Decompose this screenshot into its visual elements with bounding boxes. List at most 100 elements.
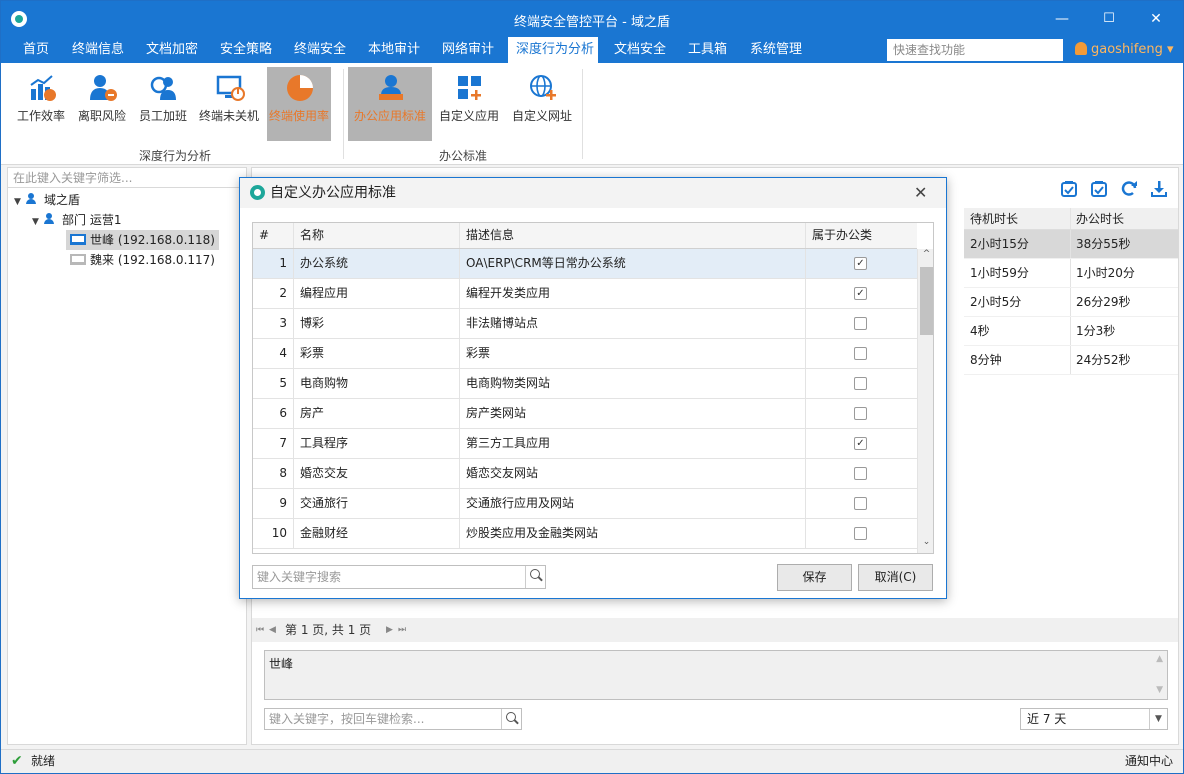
office-app-standard-button[interactable]: 办公应用标准	[348, 67, 432, 141]
table-row[interactable]: 7 工具程序 第三方工具应用 ✓	[253, 429, 917, 459]
search-icon[interactable]	[501, 709, 521, 729]
close-window-button[interactable]: ✕	[1141, 7, 1171, 31]
menu-toolbox[interactable]: 工具箱	[680, 37, 735, 63]
first-page-icon[interactable]: ⏮	[256, 618, 264, 642]
custom-url-button[interactable]: 自定义网址	[510, 67, 574, 141]
table-row[interactable]: 2小时5分 26分29秒	[964, 288, 1178, 317]
chevron-down-icon[interactable]: ▼	[14, 192, 26, 212]
tree-node-terminal[interactable]: 世峰 (192.168.0.118)	[66, 230, 219, 250]
quick-search-input[interactable]: 快速查找功能	[887, 39, 1063, 61]
detail-box[interactable]: 世峰 ▲ ▼	[264, 650, 1168, 700]
office-checkbox[interactable]: ✓	[854, 437, 867, 450]
scroll-down-icon[interactable]: ▼	[1156, 685, 1163, 695]
ribbon-separator	[582, 69, 583, 159]
date-range-select[interactable]: 近 7 天 ▼	[1020, 708, 1168, 730]
office-checkbox[interactable]: ✓	[854, 287, 867, 300]
menu-home[interactable]: 首页	[15, 37, 57, 63]
column-header: #	[259, 228, 270, 242]
vertical-scrollbar[interactable]: ^ ⌄	[917, 249, 933, 553]
computer-offline-icon	[70, 254, 86, 265]
notification-center-link[interactable]: 通知中心	[1125, 750, 1173, 772]
menu-doc-security[interactable]: 文档安全	[606, 37, 674, 63]
office-checkbox[interactable]	[854, 527, 867, 540]
maximize-button[interactable]: ☐	[1094, 7, 1124, 31]
overtime-button[interactable]: 员工加班	[131, 67, 195, 141]
office-checkbox[interactable]	[854, 377, 867, 390]
keyword-search-input[interactable]: 键入关键字，按回车键检索...	[264, 708, 522, 730]
invert-select-icon[interactable]	[1090, 180, 1108, 198]
minimize-button[interactable]: —	[1047, 7, 1077, 31]
menu-network-audit[interactable]: 网络审计	[434, 37, 502, 63]
tree-node-root[interactable]: ▼ 域之盾	[14, 190, 80, 210]
chevron-down-icon[interactable]: ▼	[1149, 709, 1167, 729]
tree-label: 域之盾	[44, 193, 81, 207]
table-row[interactable]: 5 电商购物 电商购物类网站	[253, 369, 917, 399]
office-checkbox[interactable]	[854, 497, 867, 510]
next-page-icon[interactable]: ▶	[386, 618, 393, 642]
dialog-search-input[interactable]: 键入关键字搜索	[252, 565, 546, 589]
table-row[interactable]: 2小时15分 38分55秒	[964, 230, 1178, 259]
menu-terminal-info[interactable]: 终端信息	[64, 37, 132, 63]
scrollbar-thumb[interactable]	[920, 267, 933, 335]
work-efficiency-button[interactable]: 工作效率	[9, 67, 73, 141]
ribbon-label: 员工加班	[138, 109, 187, 123]
select-all-icon[interactable]	[1060, 180, 1078, 198]
status-text: 就绪	[31, 754, 56, 768]
prev-page-icon[interactable]: ◀	[269, 618, 276, 642]
office-checkbox[interactable]	[854, 467, 867, 480]
menu-local-audit[interactable]: 本地审计	[360, 37, 428, 63]
not-shutdown-button[interactable]: 终端未关机	[197, 67, 261, 141]
search-placeholder: 键入关键字搜索	[257, 570, 342, 584]
category-name: 彩票	[293, 339, 459, 368]
office-checkbox[interactable]: ✓	[854, 257, 867, 270]
cancel-button[interactable]: 取消(C)	[858, 564, 933, 591]
tree-node-dept[interactable]: ▼ 部门 运营1	[32, 210, 121, 230]
table-row[interactable]: 1 办公系统 OA\ERP\CRM等日常办公系统 ✓	[253, 249, 917, 279]
menu-terminal-security[interactable]: 终端安全	[286, 37, 354, 63]
menu-doc-encrypt[interactable]: 文档加密	[138, 37, 206, 63]
download-icon[interactable]	[1150, 180, 1168, 198]
table-row[interactable]: 4秒 1分3秒	[964, 317, 1178, 346]
scroll-down-icon[interactable]: ⌄	[918, 537, 933, 547]
scroll-up-icon[interactable]: ▲	[1156, 654, 1163, 664]
table-row[interactable]: 3 博彩 非法赌博站点	[253, 309, 917, 339]
save-button[interactable]: 保存	[777, 564, 852, 591]
dialog-header: 自定义办公应用标准 ✕	[240, 178, 946, 208]
table-row[interactable]: 8分钟 24分52秒	[964, 346, 1178, 375]
tree-node-terminal[interactable]: 魏来 (192.168.0.117)	[70, 250, 215, 270]
table-row[interactable]: 6 房产 房产类网站	[253, 399, 917, 429]
office-checkbox[interactable]	[854, 317, 867, 330]
office-checkbox[interactable]	[854, 347, 867, 360]
table-row[interactable]: 10 金融财经 炒股类应用及金融类网站	[253, 519, 917, 549]
column-header: 办公时长	[1076, 212, 1125, 226]
scroll-up-icon[interactable]: ^	[918, 249, 933, 259]
menu-system-admin[interactable]: 系统管理	[742, 37, 810, 63]
custom-app-button[interactable]: 自定义应用	[437, 67, 501, 141]
tree-filter-input[interactable]: 在此键入关键字筛选...	[8, 168, 246, 188]
category-name: 工具程序	[293, 429, 459, 458]
resign-risk-button[interactable]: 离职风险	[70, 67, 134, 141]
category-description: 编程开发类应用	[459, 279, 805, 308]
user-menu[interactable]: gaoshifeng ▾	[1075, 37, 1174, 63]
office-class-cell	[805, 459, 917, 488]
menu-security-policy[interactable]: 安全策略	[212, 37, 280, 63]
office-checkbox[interactable]	[854, 407, 867, 420]
table-row[interactable]: 1小时59分 1小时20分	[964, 259, 1178, 288]
apps-add-icon	[458, 76, 481, 100]
search-icon[interactable]	[525, 566, 545, 588]
detail-text: 世峰	[269, 657, 294, 671]
chevron-down-icon[interactable]: ▼	[32, 212, 44, 232]
table-row[interactable]: 9 交通旅行 交通旅行应用及网站	[253, 489, 917, 519]
table-row[interactable]: 2 编程应用 编程开发类应用 ✓	[253, 279, 917, 309]
dialog-close-button[interactable]: ✕	[914, 178, 927, 208]
usage-rate-button[interactable]: 终端使用率	[267, 67, 331, 141]
table-row[interactable]: 4 彩票 彩票	[253, 339, 917, 369]
ribbon-label: 自定义网址	[511, 109, 572, 123]
table-cell: 2小时15分	[970, 237, 1029, 251]
table-row[interactable]: 8 婚恋交友 婚恋交友网站	[253, 459, 917, 489]
title-bar: 终端安全管控平台 - 域之盾 — ☐ ✕	[1, 1, 1183, 37]
menu-behavior-analysis[interactable]: 深度行为分析	[508, 37, 598, 63]
refresh-icon[interactable]	[1120, 180, 1138, 198]
column-header: 属于办公类	[805, 223, 917, 248]
last-page-icon[interactable]: ⏭	[398, 618, 406, 642]
